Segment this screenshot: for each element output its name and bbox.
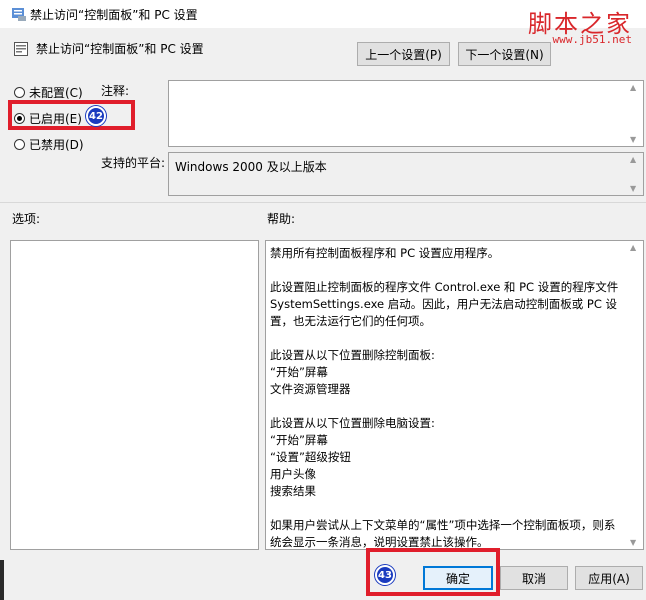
options-panel bbox=[10, 240, 259, 550]
platform-label: 支持的平台: bbox=[101, 156, 166, 170]
comment-scrollbar[interactable]: ▲ ▼ bbox=[627, 81, 643, 146]
radio-label: 未配置(C) bbox=[29, 86, 83, 100]
next-setting-button[interactable]: 下一个设置(N) bbox=[458, 42, 551, 66]
help-panel: 禁用所有控制面板程序和 PC 设置应用程序。 此设置阻止控制面板的程序文件 Co… bbox=[265, 240, 644, 550]
step-badge-42: 42 bbox=[86, 106, 106, 126]
background-window-edge bbox=[0, 560, 4, 600]
help-text: 禁用所有控制面板程序和 PC 设置应用程序。 此设置阻止控制面板的程序文件 Co… bbox=[270, 246, 619, 549]
divider bbox=[0, 202, 646, 203]
help-label: 帮助: bbox=[267, 212, 296, 226]
scroll-down-icon[interactable]: ▼ bbox=[630, 184, 636, 193]
highlight-box-enabled bbox=[8, 100, 135, 130]
policy-settings-icon bbox=[12, 8, 26, 21]
scroll-down-icon[interactable]: ▼ bbox=[630, 135, 636, 144]
scroll-up-icon[interactable]: ▲ bbox=[630, 83, 636, 92]
policy-name: 禁止访问“控制面板”和 PC 设置 bbox=[36, 42, 204, 56]
radio-circle[interactable] bbox=[14, 139, 25, 150]
radio-not-configured[interactable]: 未配置(C) bbox=[14, 84, 83, 101]
policy-icon bbox=[14, 42, 28, 56]
previous-setting-button[interactable]: 上一个设置(P) bbox=[357, 42, 450, 66]
comment-label: 注释: bbox=[101, 84, 130, 98]
cancel-button[interactable]: 取消 bbox=[500, 566, 568, 590]
comment-textarea[interactable]: ▲ ▼ bbox=[168, 80, 644, 147]
radio-label: 已禁用(D) bbox=[29, 138, 84, 152]
apply-button[interactable]: 应用(A) bbox=[575, 566, 643, 590]
radio-disabled[interactable]: 已禁用(D) bbox=[14, 136, 84, 153]
scroll-up-icon[interactable]: ▲ bbox=[630, 155, 636, 164]
platform-scrollbar[interactable]: ▲ ▼ bbox=[627, 153, 643, 195]
scroll-down-icon[interactable]: ▼ bbox=[630, 538, 636, 547]
help-scrollbar[interactable]: ▲ ▼ bbox=[627, 241, 643, 549]
step-badge-43: 43 bbox=[375, 565, 395, 585]
platform-field: Windows 2000 及以上版本 ▲ ▼ bbox=[168, 152, 644, 196]
platform-value: Windows 2000 及以上版本 bbox=[175, 160, 327, 174]
scroll-up-icon[interactable]: ▲ bbox=[630, 243, 636, 252]
window-title: 禁止访问“控制面板”和 PC 设置 bbox=[30, 8, 198, 22]
radio-circle[interactable] bbox=[14, 87, 25, 98]
options-label: 选项: bbox=[12, 212, 41, 226]
watermark-url: www.jb51.net bbox=[552, 33, 632, 46]
